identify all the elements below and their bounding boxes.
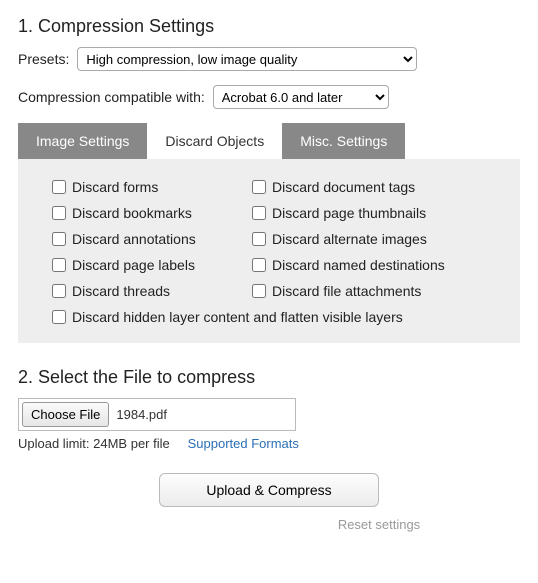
discard-options-grid: Discard forms Discard document tags Disc… bbox=[52, 179, 502, 325]
label-discard-bookmarks: Discard bookmarks bbox=[72, 205, 192, 221]
upload-limit-row: Upload limit: 24MB per file Supported Fo… bbox=[18, 435, 520, 451]
label-discard-forms: Discard forms bbox=[72, 179, 158, 195]
checkbox-discard-hidden-layers[interactable] bbox=[52, 310, 66, 324]
tab-image-settings[interactable]: Image Settings bbox=[18, 123, 147, 159]
choose-file-button[interactable]: Choose File bbox=[22, 402, 109, 427]
file-chooser: Choose File 1984.pdf bbox=[18, 398, 296, 431]
label-discard-thumbnails: Discard page thumbnails bbox=[272, 205, 426, 221]
compat-select[interactable]: Acrobat 6.0 and later bbox=[213, 85, 389, 109]
checkbox-discard-attachments[interactable] bbox=[252, 284, 266, 298]
label-discard-doc-tags: Discard document tags bbox=[272, 179, 415, 195]
opt-discard-annotations[interactable]: Discard annotations bbox=[52, 231, 246, 247]
tab-discard-objects[interactable]: Discard Objects bbox=[147, 123, 282, 159]
label-discard-alt-images: Discard alternate images bbox=[272, 231, 427, 247]
tabs: Image Settings Discard Objects Misc. Set… bbox=[18, 123, 520, 159]
checkbox-discard-annotations[interactable] bbox=[52, 232, 66, 246]
label-discard-hidden-layers: Discard hidden layer content and flatten… bbox=[72, 309, 403, 325]
checkbox-discard-thumbnails[interactable] bbox=[252, 206, 266, 220]
compat-row: Compression compatible with: Acrobat 6.0… bbox=[18, 85, 520, 109]
opt-discard-attachments[interactable]: Discard file attachments bbox=[252, 283, 502, 299]
label-discard-attachments: Discard file attachments bbox=[272, 283, 421, 299]
presets-select[interactable]: High compression, low image quality bbox=[77, 47, 417, 71]
opt-discard-threads[interactable]: Discard threads bbox=[52, 283, 246, 299]
label-discard-threads: Discard threads bbox=[72, 283, 170, 299]
section2-title: 2. Select the File to compress bbox=[18, 367, 520, 388]
opt-discard-doc-tags[interactable]: Discard document tags bbox=[252, 179, 502, 195]
opt-discard-alt-images[interactable]: Discard alternate images bbox=[252, 231, 502, 247]
discard-objects-panel: Discard forms Discard document tags Disc… bbox=[18, 159, 520, 343]
chosen-file-name: 1984.pdf bbox=[112, 399, 295, 430]
reset-settings-link[interactable]: Reset settings bbox=[238, 517, 520, 532]
upload-compress-button[interactable]: Upload & Compress bbox=[159, 473, 379, 507]
checkbox-discard-doc-tags[interactable] bbox=[252, 180, 266, 194]
checkbox-discard-alt-images[interactable] bbox=[252, 232, 266, 246]
opt-discard-bookmarks[interactable]: Discard bookmarks bbox=[52, 205, 246, 221]
compat-label: Compression compatible with: bbox=[18, 89, 205, 105]
checkbox-discard-named-dest[interactable] bbox=[252, 258, 266, 272]
actions: Upload & Compress Reset settings bbox=[18, 473, 520, 532]
presets-row: Presets: High compression, low image qua… bbox=[18, 47, 520, 71]
opt-discard-forms[interactable]: Discard forms bbox=[52, 179, 246, 195]
upload-limit-text: Upload limit: 24MB per file bbox=[18, 436, 170, 451]
section1-title: 1. Compression Settings bbox=[18, 16, 520, 37]
checkbox-discard-threads[interactable] bbox=[52, 284, 66, 298]
opt-discard-thumbnails[interactable]: Discard page thumbnails bbox=[252, 205, 502, 221]
supported-formats-link[interactable]: Supported Formats bbox=[188, 436, 299, 451]
label-discard-annotations: Discard annotations bbox=[72, 231, 196, 247]
label-discard-named-dest: Discard named destinations bbox=[272, 257, 445, 273]
opt-discard-hidden-layers[interactable]: Discard hidden layer content and flatten… bbox=[52, 309, 502, 325]
checkbox-discard-bookmarks[interactable] bbox=[52, 206, 66, 220]
presets-label: Presets: bbox=[18, 51, 69, 67]
checkbox-discard-forms[interactable] bbox=[52, 180, 66, 194]
label-discard-page-labels: Discard page labels bbox=[72, 257, 195, 273]
tab-misc-settings[interactable]: Misc. Settings bbox=[282, 123, 405, 159]
opt-discard-named-dest[interactable]: Discard named destinations bbox=[252, 257, 502, 273]
checkbox-discard-page-labels[interactable] bbox=[52, 258, 66, 272]
opt-discard-page-labels[interactable]: Discard page labels bbox=[52, 257, 246, 273]
